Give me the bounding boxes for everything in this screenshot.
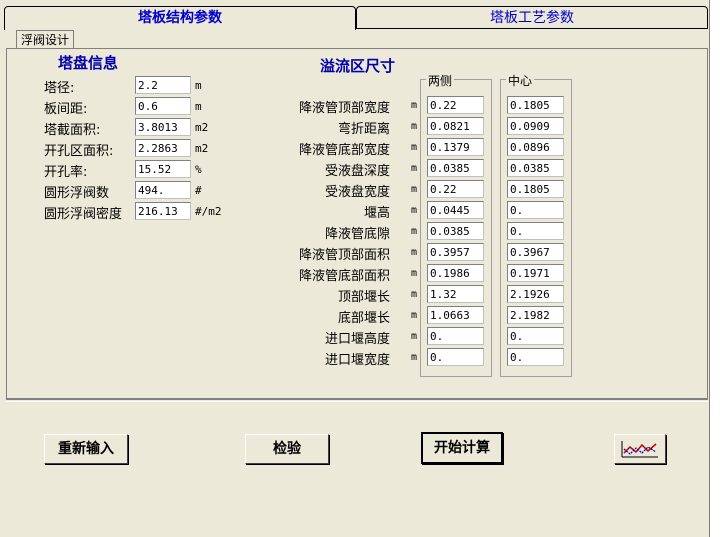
overflow-label: 降液管底部面积 [298,269,390,284]
overflow-side-field[interactable]: 0.0445 [427,201,484,219]
overflow-unit: m [411,226,418,237]
tray-value-field[interactable]: 15.52 [135,160,191,178]
overflow-side-field[interactable]: 0.1986 [427,264,484,282]
overflow-center-field[interactable]: 0.0909 [507,117,564,135]
overflow-side-field[interactable]: 0.0385 [427,222,484,240]
subtab-valve-design[interactable]: 浮阀设计 [16,30,74,49]
overflow-center-field[interactable]: 0.1805 [507,180,564,198]
tray-info-title: 塔盘信息 [58,54,119,72]
tray-unit: m2 [195,121,209,134]
overflow-unit: m [411,142,418,153]
overflow-label: 降液管底隙 [324,227,390,242]
tab-tray-structure[interactable]: 塔板结构参数 [4,6,356,30]
tray-unit: % [195,163,202,176]
tray-label: 开孔区面积: [44,144,114,159]
tray-label: 塔径: [44,81,75,96]
tray-value-field[interactable]: 2.2863 [135,139,191,157]
overflow-center-field[interactable]: 0.1805 [507,96,564,114]
overflow-unit: m [411,184,418,195]
overflow-center-field[interactable]: 0. [507,222,564,240]
tray-label: 塔截面积: [44,123,101,138]
overflow-center-field[interactable]: 0.0896 [507,138,564,156]
tab-underline [356,28,708,29]
overflow-center-field[interactable]: 0. [507,348,564,366]
overflow-side-field[interactable]: 1.0663 [427,306,484,324]
overflow-unit: m [411,331,418,342]
overflow-label: 降液管顶部面积 [298,248,390,263]
window-right-edge [709,0,722,537]
line-chart-icon [621,441,658,458]
chart-button[interactable] [614,434,666,464]
overflow-side-field[interactable]: 0.3957 [427,243,484,261]
overflow-label: 降液管顶部宽度 [298,101,390,116]
tray-unit: m [195,100,202,113]
overflow-unit: m [411,310,418,321]
tray-unit: # [195,184,202,197]
overflow-center-field[interactable]: 0. [507,327,564,345]
overflow-center-field[interactable]: 2.1982 [507,306,564,324]
overflow-label: 受液盘宽度 [324,185,390,200]
group-side-label: 两侧 [426,72,455,89]
tray-label: 板间距: [44,102,88,117]
overflow-side-field[interactable]: 0. [427,327,484,345]
separator [6,398,708,402]
overflow-center-field[interactable]: 0.1971 [507,264,564,282]
overflow-side-field[interactable]: 1.32 [427,285,484,303]
overflow-label: 弯折距离 [337,122,390,137]
check-button[interactable]: 检验 [245,434,329,464]
overflow-title: 溢流区尺寸 [320,57,396,75]
overflow-label: 降液管底部宽度 [298,143,390,158]
group-center-label: 中心 [506,72,535,89]
tray-unit: m2 [195,142,209,155]
overflow-center-field[interactable]: 2.1926 [507,285,564,303]
overflow-label: 进口堰宽度 [324,353,390,368]
overflow-unit: m [411,352,418,363]
overflow-center-field[interactable]: 0.0385 [507,159,564,177]
overflow-center-field[interactable]: 0. [507,201,564,219]
overflow-label: 顶部堰长 [337,290,390,305]
overflow-label: 进口堰高度 [324,332,390,347]
overflow-label: 受液盘深度 [324,164,390,179]
overflow-unit: m [411,205,418,216]
overflow-side-field[interactable]: 0. [427,348,484,366]
tray-unit: m [195,79,202,92]
overflow-center-field[interactable]: 0.3967 [507,243,564,261]
overflow-side-field[interactable]: 0.1379 [427,138,484,156]
tray-label: 圆形浮阀数 [44,186,110,201]
tray-value-field[interactable]: 0.6 [135,97,191,115]
tray-unit: #/m2 [195,205,222,218]
tray-value-field[interactable]: 2.2 [135,76,191,94]
overflow-unit: m [411,268,418,279]
overflow-unit: m [411,121,418,132]
tray-value-field[interactable]: 216.13 [135,202,191,220]
overflow-side-field[interactable]: 0.22 [427,180,484,198]
overflow-unit: m [411,100,418,111]
overflow-unit: m [411,289,418,300]
overflow-unit: m [411,163,418,174]
overflow-label: 堰高 [363,206,390,221]
tray-label: 开孔率: [44,165,88,180]
overflow-side-field[interactable]: 0.0821 [427,117,484,135]
start-calc-button[interactable]: 开始计算 [421,432,503,464]
overflow-side-field[interactable]: 0.0385 [427,159,484,177]
tab-tray-process[interactable]: 塔板工艺参数 [356,6,708,29]
overflow-unit: m [411,247,418,258]
tray-label: 圆形浮阀密度 [44,207,123,222]
reset-button[interactable]: 重新输入 [44,434,128,464]
tray-value-field[interactable]: 3.8013 [135,118,191,136]
tray-value-field[interactable]: 494. [135,181,191,199]
overflow-label: 底部堰长 [337,311,390,326]
overflow-side-field[interactable]: 0.22 [427,96,484,114]
